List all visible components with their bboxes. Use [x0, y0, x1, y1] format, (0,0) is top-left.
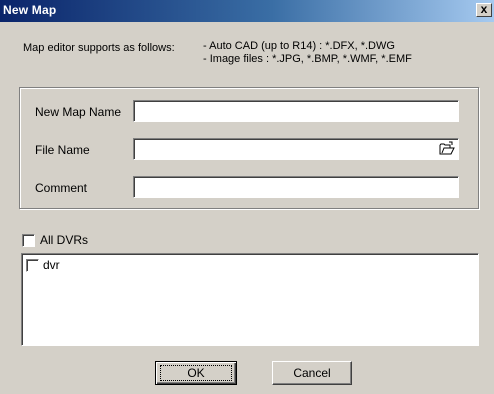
dvr-item-label[interactable]: dvr: [43, 258, 60, 272]
all-dvrs-checkbox[interactable]: [22, 234, 35, 247]
supported-formats-list: - Auto CAD (up to R14) : *.DFX, *.DWG - …: [203, 40, 412, 66]
supported-formats-label: Map editor supports as follows:: [23, 42, 175, 54]
all-dvrs-label[interactable]: All DVRs: [40, 233, 88, 247]
dialog-title: New Map: [3, 3, 57, 17]
file-name-label: File Name: [35, 143, 90, 157]
folder-open-icon[interactable]: [439, 141, 455, 157]
new-map-name-input[interactable]: [133, 100, 459, 122]
dvr-list[interactable]: dvr: [21, 253, 479, 346]
format-autocad: - Auto CAD (up to R14) : *.DFX, *.DWG: [203, 40, 395, 52]
close-icon: x: [480, 2, 488, 16]
ok-button-label: OK: [187, 366, 205, 380]
new-map-name-label: New Map Name: [35, 105, 122, 119]
dvr-checkbox[interactable]: [26, 259, 39, 272]
format-images: - Image files : *.JPG, *.BMP, *.WMF, *.E…: [203, 53, 412, 65]
ok-button[interactable]: OK: [155, 361, 237, 385]
title-bar[interactable]: New Map x: [0, 0, 494, 22]
cancel-button-label: Cancel: [293, 366, 331, 380]
new-map-dialog: New Map x Map editor supports as follows…: [0, 0, 494, 394]
close-button[interactable]: x: [476, 3, 492, 17]
comment-input[interactable]: [133, 176, 459, 198]
comment-label: Comment: [35, 181, 88, 195]
file-name-input[interactable]: [133, 138, 459, 160]
cancel-button[interactable]: Cancel: [272, 361, 352, 385]
